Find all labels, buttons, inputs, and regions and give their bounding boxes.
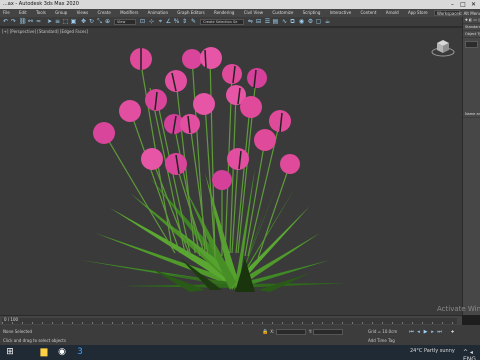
- bind-space-warp-icon[interactable]: ≈: [35, 18, 42, 25]
- align-icon[interactable]: ⊟: [255, 18, 262, 25]
- rotate-icon[interactable]: ↻: [88, 18, 95, 25]
- menu-interactive[interactable]: Interactive: [330, 9, 352, 17]
- command-panel: ✚ ◧ ▭ ◷ ◻ 🔧 Standard Primitives Object T…: [462, 17, 480, 315]
- panel-spacer: [463, 51, 480, 111]
- menu-bar: File Edit Tools Group Views Create Modif…: [0, 9, 480, 17]
- placement-icon[interactable]: ⊕: [104, 18, 111, 25]
- menu-tools[interactable]: Tools: [36, 9, 46, 17]
- menu-file[interactable]: File: [3, 9, 10, 17]
- menu-civil-view[interactable]: Civil View: [244, 9, 263, 17]
- main-toolbar: ↶ ↷ ⛓ ⚯ ≈ ➤ ≡ ⬚ ▣ ✥ ↻ ⤡ ⊕ View ⊡ ⊹ ⌖ ∠ %…: [0, 17, 462, 27]
- layer-explorer-icon[interactable]: ▤: [272, 18, 279, 25]
- goto-start-icon[interactable]: ⏮: [408, 329, 415, 335]
- move-icon[interactable]: ✥: [80, 18, 87, 25]
- transform-type-in: 🔒 X: Y:: [262, 328, 345, 335]
- maximize-button[interactable]: □: [458, 0, 467, 9]
- lock-selection-icon[interactable]: 🔒: [262, 329, 269, 335]
- redo-icon[interactable]: ↷: [10, 18, 17, 25]
- status-message: None Selected: [3, 329, 33, 334]
- menu-customize[interactable]: Customize: [272, 9, 293, 17]
- workspace-dropdown[interactable]: Workspaces: Alt Menu and Toolbar: [434, 10, 480, 16]
- object-type-field[interactable]: [465, 41, 478, 48]
- menu-views[interactable]: Views: [77, 9, 89, 17]
- select-by-name-icon[interactable]: ≡: [54, 18, 61, 25]
- 3dsmax-taskbar-icon[interactable]: 3: [72, 346, 88, 359]
- scene-explorer-icon[interactable]: ☰: [264, 18, 271, 25]
- menu-group[interactable]: Group: [55, 9, 67, 17]
- status-hint: Click and drag to select objects: [3, 338, 66, 343]
- activation-title: Activate Windows: [437, 305, 480, 313]
- menu-animation[interactable]: Animation: [148, 9, 168, 17]
- time-slider[interactable]: 0 / 100: [0, 315, 462, 325]
- named-selection-icon[interactable]: ✎: [190, 18, 197, 25]
- menu-scripting[interactable]: Scripting: [303, 9, 321, 17]
- schematic-view-icon[interactable]: ⧉: [289, 18, 296, 25]
- pivot-center-icon[interactable]: ⊡: [139, 18, 146, 25]
- menu-create[interactable]: Create: [97, 9, 110, 17]
- menu-modifiers[interactable]: Modifiers: [120, 9, 138, 17]
- render-production-icon[interactable]: ☕: [324, 18, 331, 25]
- close-button[interactable]: ✕: [469, 0, 478, 9]
- command-panel-tabs[interactable]: ✚ ◧ ▭ ◷ ◻ 🔧: [463, 17, 480, 24]
- menu-graph-editors[interactable]: Graph Editors: [177, 9, 204, 17]
- start-icon[interactable]: ⊞: [2, 346, 18, 359]
- zoom-extents-icon[interactable]: ✚: [451, 328, 454, 335]
- minimize-button[interactable]: –: [448, 0, 457, 9]
- window-title: ...ax - Autodesk 3ds Max 2020: [3, 1, 79, 7]
- menu-arnold[interactable]: Arnold: [386, 9, 399, 17]
- unlink-icon[interactable]: ⚯: [27, 18, 34, 25]
- file-explorer-icon[interactable]: ▆: [36, 346, 52, 359]
- percent-snap-icon[interactable]: %: [173, 18, 180, 25]
- reference-coordinate-dropdown[interactable]: View: [114, 19, 136, 25]
- playback-controls: ⏮ ◂ ▶ ▸ ⏭: [408, 328, 443, 335]
- coord-y-field[interactable]: [313, 329, 344, 335]
- coord-x-field[interactable]: [275, 329, 306, 335]
- grid-readout: Grid = 10.0cm: [368, 329, 398, 334]
- spinner-snap-icon[interactable]: ⇕: [181, 18, 188, 25]
- select-object-icon[interactable]: ➤: [46, 18, 53, 25]
- link-icon[interactable]: ⛓: [19, 18, 27, 25]
- snaps-toggle-icon[interactable]: ⌖: [157, 18, 164, 25]
- select-manipulate-icon[interactable]: ⊹: [148, 18, 155, 25]
- app-window: ...ax - Autodesk 3ds Max 2020 – □ ✕ File…: [0, 0, 480, 360]
- timeline-ruler[interactable]: [2, 322, 457, 324]
- perspective-viewport[interactable]: [+] [Perspective] [Standard] [Edged Face…: [0, 27, 462, 315]
- weather-widget[interactable]: 24°C Partly sunny: [410, 348, 455, 354]
- next-frame-icon[interactable]: ▸: [429, 329, 436, 335]
- object-type-rollout[interactable]: Object Type: [463, 31, 480, 38]
- title-bar: ...ax - Autodesk 3ds Max 2020 – □ ✕: [0, 0, 480, 9]
- prev-frame-icon[interactable]: ◂: [415, 329, 422, 335]
- name-and-color-rollout[interactable]: Name and Color: [463, 111, 480, 118]
- goto-end-icon[interactable]: ⏭: [436, 329, 443, 335]
- angle-snap-icon[interactable]: ∠: [165, 18, 172, 25]
- flower-stems: [103, 57, 291, 259]
- menu-rendering[interactable]: Rendering: [214, 9, 234, 17]
- undo-icon[interactable]: ↶: [2, 18, 9, 25]
- status-bar: None Selected Click and drag to select o…: [0, 325, 480, 345]
- windows-taskbar: ⊞ ▆ ◉ 3 24°C Partly sunny ^ ◂ ENG: [0, 345, 480, 360]
- windows-activation-watermark: Activate Windows: [437, 305, 480, 313]
- system-tray[interactable]: ^ ◂ ENG: [463, 349, 480, 360]
- rect-selection-icon[interactable]: ⬚: [62, 18, 69, 25]
- material-editor-icon[interactable]: ◉: [298, 18, 305, 25]
- menu-app-store[interactable]: App Store: [408, 9, 428, 17]
- chrome-icon[interactable]: ◉: [54, 346, 70, 359]
- window-crossing-icon[interactable]: ▣: [70, 18, 77, 25]
- flower-plant-model: [80, 47, 350, 292]
- object-category-dropdown[interactable]: Standard Primitives: [463, 24, 480, 31]
- time-slider-position: 0 / 100: [4, 317, 19, 322]
- scale-icon[interactable]: ⤡: [96, 18, 103, 25]
- play-icon[interactable]: ▶: [422, 329, 429, 335]
- menu-content[interactable]: Content: [361, 9, 377, 17]
- rendered-frame-window-icon[interactable]: ▢: [315, 18, 322, 25]
- mirror-icon[interactable]: ⇋: [247, 18, 254, 25]
- add-time-tag[interactable]: Add Time Tag: [368, 337, 395, 344]
- menu-edit[interactable]: Edit: [19, 9, 27, 17]
- curve-editor-icon[interactable]: ∿: [281, 18, 288, 25]
- named-selection-sets-dropdown[interactable]: Create Selection Se: [200, 19, 244, 25]
- render-setup-icon[interactable]: ⚙: [307, 18, 314, 25]
